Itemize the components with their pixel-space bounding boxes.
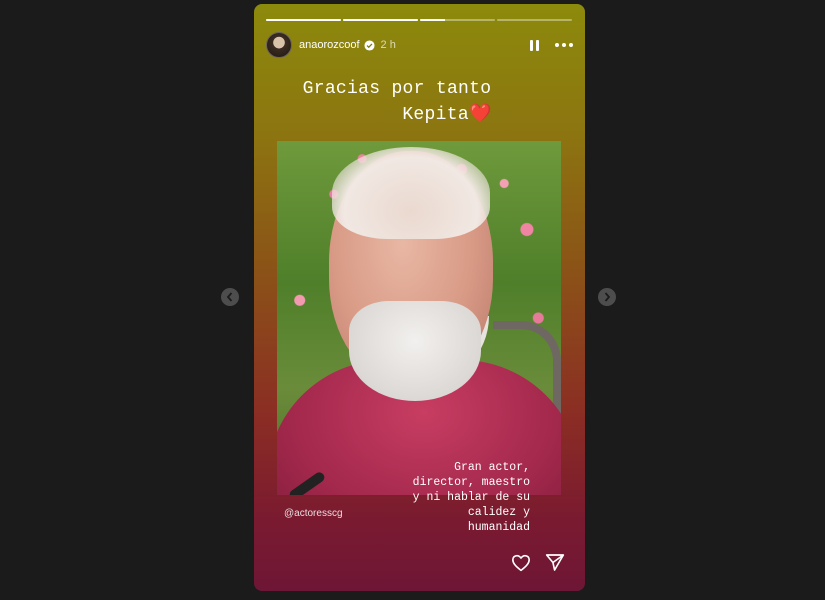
hair: [332, 147, 490, 239]
previous-story-button[interactable]: [221, 288, 239, 306]
more-options-icon: [569, 43, 573, 47]
post-time: 2 h: [380, 39, 396, 51]
chevron-left-icon: [226, 292, 233, 302]
story-actions: [511, 553, 565, 572]
pause-button[interactable]: [530, 39, 539, 51]
more-options-button[interactable]: [555, 43, 573, 47]
more-options-icon: [562, 43, 566, 47]
story-progress-bar: [266, 19, 572, 21]
story-body-text: Gran actor, director, maestro y ni habla…: [412, 461, 530, 534]
avatar[interactable]: [266, 32, 292, 58]
more-options-icon: [555, 43, 559, 47]
story-photo: [277, 141, 561, 495]
send-icon[interactable]: [545, 553, 565, 572]
story-caption-line2: Kepita❤️: [402, 105, 492, 125]
username[interactable]: anaorozcoof: [299, 39, 360, 51]
story-viewer[interactable]: anaorozcoof 2 h Gracias por tanto Kepita…: [254, 4, 585, 591]
mention-tag[interactable]: @actoresscg: [284, 508, 343, 519]
pause-icon: [536, 39, 539, 51]
chevron-right-icon: [604, 292, 611, 302]
progress-segment: [343, 19, 418, 21]
next-story-button[interactable]: [598, 288, 616, 306]
heart-icon[interactable]: [511, 554, 531, 572]
progress-segment: [420, 19, 495, 21]
story-caption-line1: Gracias por tanto: [302, 79, 492, 99]
progress-segment: [497, 19, 572, 21]
pause-icon: [530, 39, 533, 51]
story-header: anaorozcoof 2 h: [266, 31, 573, 59]
progress-segment: [266, 19, 341, 21]
beard: [349, 301, 481, 401]
verified-badge-icon: [364, 39, 375, 51]
